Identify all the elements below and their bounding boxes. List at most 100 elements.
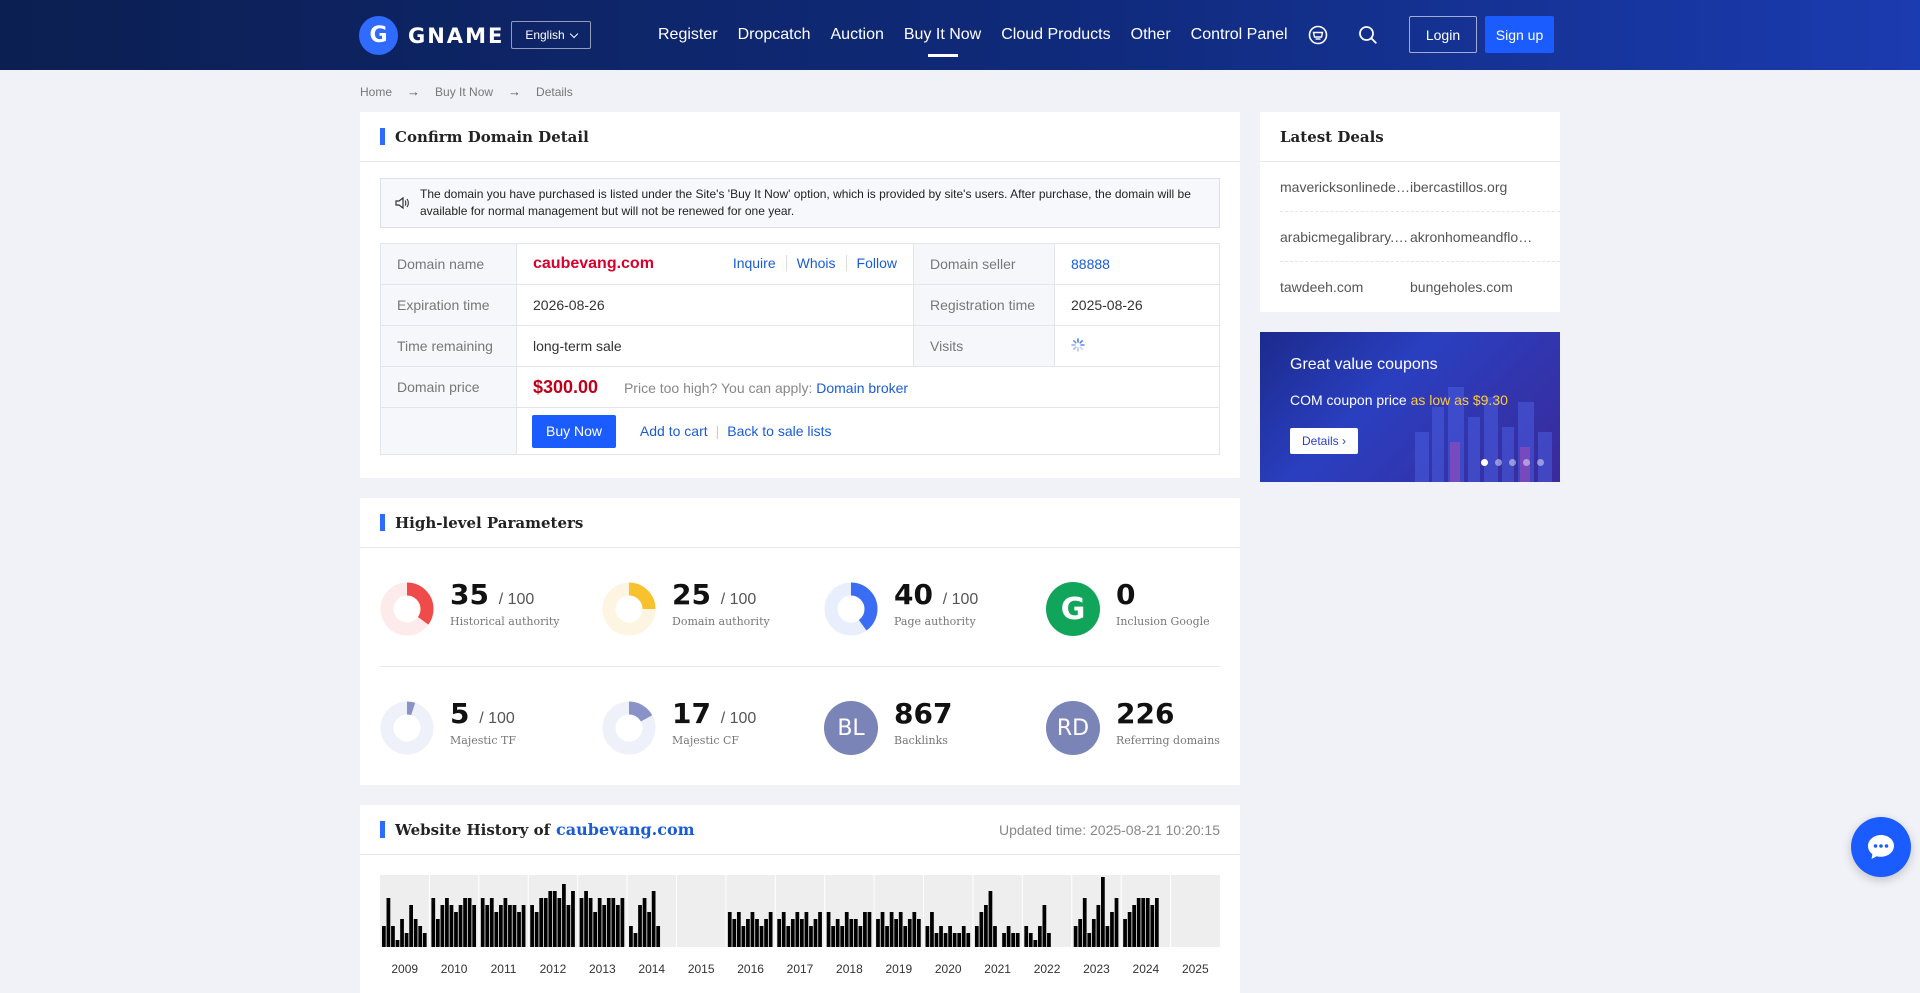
history-bar[interactable]: [435, 919, 440, 947]
history-bar[interactable]: [498, 905, 503, 947]
history-bar[interactable]: [606, 898, 611, 947]
nav-buy-it-now[interactable]: Buy It Now: [904, 0, 981, 70]
search-icon[interactable]: [1358, 25, 1378, 45]
history-bar[interactable]: [521, 905, 526, 947]
history-bar[interactable]: [467, 898, 472, 947]
history-bar[interactable]: [579, 898, 584, 947]
domain-broker-link[interactable]: Domain broker: [816, 380, 908, 396]
history-bar[interactable]: [768, 912, 773, 947]
history-bar[interactable]: [1082, 898, 1087, 947]
history-bar[interactable]: [413, 919, 418, 947]
history-bar[interactable]: [1132, 905, 1136, 947]
back-to-sale-lists-link[interactable]: Back to sale lists: [727, 423, 831, 439]
history-bar[interactable]: [800, 919, 804, 947]
history-bar[interactable]: [732, 919, 737, 947]
history-bar[interactable]: [458, 905, 463, 947]
history-bar[interactable]: [736, 912, 741, 947]
history-bar[interactable]: [552, 891, 557, 947]
history-bar[interactable]: [764, 919, 768, 947]
history-bar[interactable]: [485, 905, 490, 947]
history-bar[interactable]: [449, 905, 454, 947]
history-bar[interactable]: [961, 926, 966, 947]
follow-link[interactable]: Follow: [845, 255, 897, 271]
history-bar[interactable]: [386, 898, 391, 947]
history-domain[interactable]: caubevang.com: [556, 820, 695, 839]
history-bar[interactable]: [858, 926, 863, 947]
history-bar[interactable]: [562, 884, 566, 947]
history-bar[interactable]: [727, 912, 732, 947]
history-bar[interactable]: [480, 898, 485, 947]
history-bar[interactable]: [943, 933, 948, 947]
history-bar[interactable]: [1006, 926, 1011, 947]
history-bar[interactable]: [1114, 898, 1119, 947]
history-bar[interactable]: [445, 898, 449, 947]
nav-other[interactable]: Other: [1131, 0, 1171, 70]
history-bar[interactable]: [844, 912, 849, 947]
nav-cloud-products[interactable]: Cloud Products: [1001, 0, 1110, 70]
history-bar[interactable]: [741, 926, 746, 947]
history-bar[interactable]: [1073, 926, 1078, 947]
history-bar[interactable]: [422, 933, 427, 947]
history-bar[interactable]: [835, 919, 840, 947]
history-bar[interactable]: [966, 933, 971, 947]
history-bar[interactable]: [647, 912, 651, 947]
history-bar[interactable]: [508, 905, 512, 947]
signup-button[interactable]: Sign up: [1485, 16, 1554, 53]
nav-auction[interactable]: Auction: [831, 0, 884, 70]
history-bar[interactable]: [813, 919, 818, 947]
history-bar[interactable]: [786, 926, 791, 947]
history-bar[interactable]: [916, 919, 921, 947]
history-bar[interactable]: [1042, 905, 1047, 947]
history-bar[interactable]: [930, 912, 934, 947]
history-bar[interactable]: [898, 912, 903, 947]
history-bar[interactable]: [1015, 933, 1020, 947]
history-bar[interactable]: [1002, 933, 1006, 947]
carousel-dot[interactable]: [1481, 459, 1488, 466]
add-to-cart-link[interactable]: Add to cart: [640, 423, 708, 439]
history-bar[interactable]: [593, 912, 598, 947]
history-bar[interactable]: [903, 926, 908, 947]
carousel-dot[interactable]: [1509, 459, 1516, 466]
history-bar[interactable]: [863, 912, 867, 947]
history-bar[interactable]: [957, 933, 962, 947]
history-bar[interactable]: [409, 905, 413, 947]
deal-domain[interactable]: mavericksonlinedeals.com: [1280, 179, 1410, 195]
history-bar[interactable]: [418, 926, 423, 947]
history-bar[interactable]: [1047, 933, 1051, 947]
history-bar[interactable]: [1136, 898, 1141, 947]
history-bar[interactable]: [503, 898, 508, 947]
carousel-dot[interactable]: [1495, 459, 1502, 466]
history-bar[interactable]: [894, 919, 899, 947]
deal-domain[interactable]: akronhomeandflower.com: [1410, 229, 1540, 245]
logo[interactable]: G GNAME: [359, 16, 504, 55]
history-bar[interactable]: [404, 933, 409, 947]
history-bar[interactable]: [440, 905, 445, 947]
history-bar[interactable]: [889, 912, 894, 947]
history-bar[interactable]: [642, 898, 647, 947]
history-bar[interactable]: [1145, 898, 1150, 947]
history-bar[interactable]: [395, 940, 400, 947]
history-bar[interactable]: [853, 919, 858, 947]
history-bar[interactable]: [818, 912, 822, 947]
nav-dropcatch[interactable]: Dropcatch: [738, 0, 811, 70]
history-bar[interactable]: [1141, 898, 1146, 947]
history-bar[interactable]: [840, 926, 845, 947]
history-bar[interactable]: [867, 912, 872, 947]
history-bar[interactable]: [939, 926, 943, 947]
history-bar[interactable]: [656, 926, 661, 947]
history-bar[interactable]: [472, 905, 477, 947]
history-bar[interactable]: [849, 919, 854, 947]
history-bar[interactable]: [880, 912, 885, 947]
history-bar[interactable]: [1011, 933, 1016, 947]
history-bar[interactable]: [1101, 877, 1105, 947]
deal-domain[interactable]: ibercastillos.org: [1410, 179, 1540, 195]
history-bar[interactable]: [795, 912, 800, 947]
history-bar[interactable]: [907, 919, 912, 947]
carousel-dot[interactable]: [1537, 459, 1544, 466]
banner-details-button[interactable]: Details ›: [1290, 428, 1358, 454]
chat-support-button[interactable]: [1851, 817, 1911, 877]
history-bar[interactable]: [602, 905, 607, 947]
history-bar[interactable]: [755, 919, 759, 947]
history-bar[interactable]: [831, 926, 835, 947]
history-bar[interactable]: [584, 891, 588, 947]
